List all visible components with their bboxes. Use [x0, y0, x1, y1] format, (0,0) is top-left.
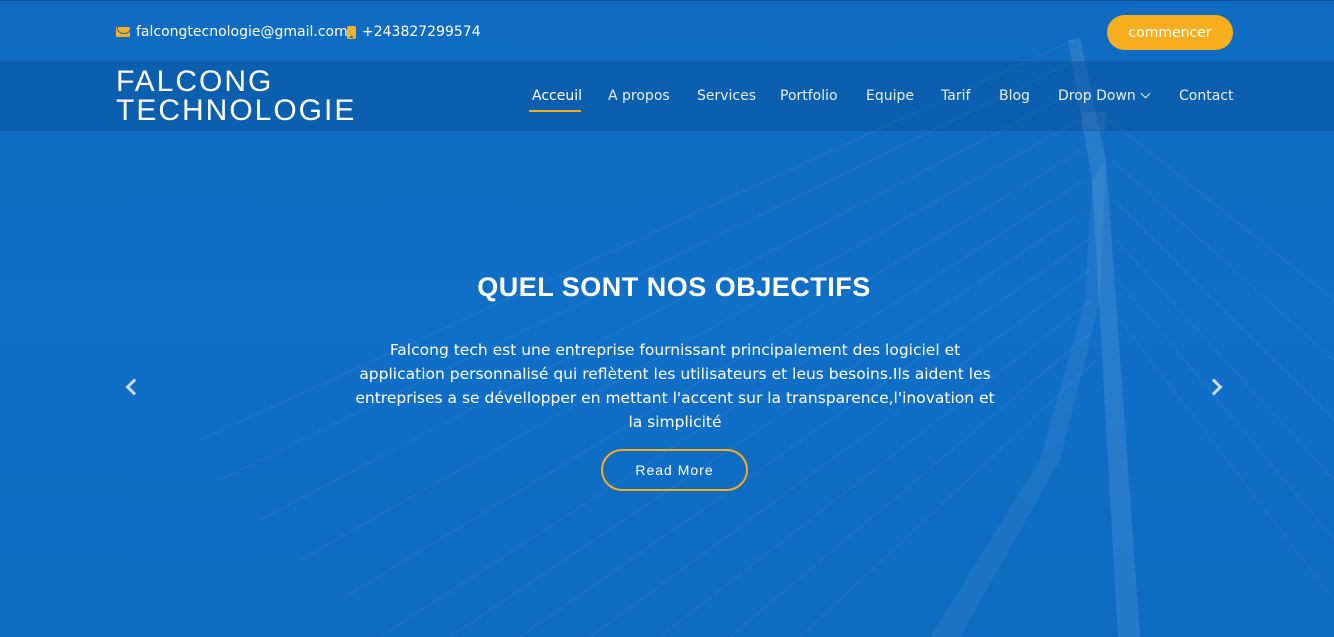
main-navbar: FALCONG TECHNOLOGIE Acceuil A propos Ser… [0, 61, 1334, 131]
email-text: falcongtecnologie@gmail.com [136, 24, 348, 40]
top-bar: falcongtecnologie@gmail.com +24382729957… [0, 0, 1334, 61]
commencer-button[interactable]: commencer [1107, 15, 1233, 50]
nav-item-a-propos[interactable]: A propos [608, 88, 670, 104]
read-more-button[interactable]: Read More [601, 449, 748, 491]
nav-item-drop-down[interactable]: Drop Down [1058, 88, 1151, 104]
nav-item-portfolio[interactable]: Portfolio [780, 88, 838, 104]
brand-line-2: TECHNOLOGIE [116, 94, 357, 127]
nav-item-services[interactable]: Services [697, 88, 756, 104]
chevron-left-icon [125, 378, 143, 396]
nav-item-drop-down-label: Drop Down [1058, 88, 1136, 104]
nav-item-blog[interactable]: Blog [999, 88, 1030, 104]
nav-item-contact[interactable]: Contact [1179, 88, 1233, 104]
brand-line-1: FALCONG [116, 65, 274, 98]
brand-logo[interactable]: FALCONG TECHNOLOGIE [116, 65, 366, 127]
nav-active-indicator [529, 110, 581, 112]
contact-phone[interactable]: +243827299574 [347, 23, 481, 41]
phone-icon [347, 25, 356, 39]
chevron-down-icon [1140, 88, 1151, 99]
mail-icon [116, 27, 130, 37]
nav-item-tarif[interactable]: Tarif [941, 88, 970, 104]
carousel-next-button[interactable] [1205, 377, 1228, 397]
phone-text: +243827299574 [362, 24, 481, 40]
hero-description: Falcong tech est une entreprise fourniss… [355, 341, 995, 431]
contact-email[interactable]: falcongtecnologie@gmail.com [116, 23, 348, 41]
nav-item-equipe[interactable]: Equipe [866, 88, 914, 104]
hero-title: QUEL SONT NOS OBJECTIFS [477, 272, 871, 302]
carousel-prev-button[interactable] [122, 377, 143, 397]
chevron-right-icon [1205, 378, 1223, 396]
nav-item-acceuil[interactable]: Acceuil [532, 88, 582, 104]
